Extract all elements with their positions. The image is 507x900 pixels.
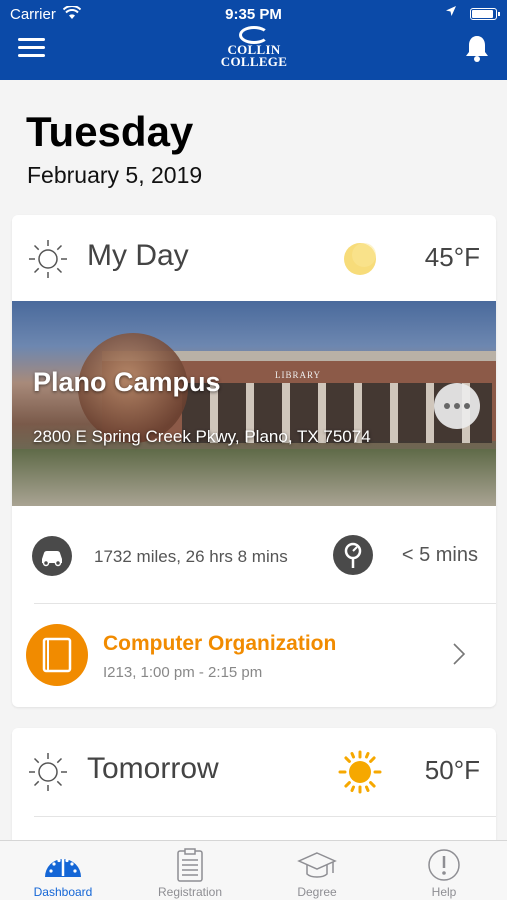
weekday-title: Tuesday bbox=[26, 108, 194, 155]
tomorrow-title: Tomorrow bbox=[87, 752, 219, 785]
more-options-button[interactable] bbox=[434, 383, 480, 429]
library-sign: LIBRARY bbox=[275, 370, 322, 380]
tomorrow-header: Tomorrow 50°F bbox=[12, 728, 496, 814]
exclamation-circle-icon bbox=[424, 847, 464, 883]
graduation-cap-icon bbox=[297, 847, 337, 883]
tab-help[interactable]: Help bbox=[381, 841, 507, 900]
drive-distance-text: 1732 miles, 26 hrs 8 mins bbox=[94, 547, 288, 566]
sun-icon bbox=[336, 748, 384, 796]
bottom-tab-bar: Dashboard Registration Degree Help bbox=[0, 840, 507, 900]
campus-name: Plano Campus bbox=[33, 367, 221, 397]
walk-time-text: < 5 mins bbox=[401, 544, 478, 566]
app-header: Carrier 9:35 PM COLLIN COLLEGE bbox=[0, 0, 507, 80]
location-arrow-icon bbox=[445, 5, 457, 20]
menu-button[interactable] bbox=[18, 38, 46, 60]
moon-icon bbox=[342, 241, 378, 277]
tab-label: Degree bbox=[297, 885, 337, 899]
my-day-card: My Day 45°F LIBRARY Plano Campus 2800 E … bbox=[12, 215, 496, 707]
today-temperature: 45°F bbox=[424, 242, 480, 272]
logo-text-line2: COLLEGE bbox=[220, 54, 288, 69]
date-subtitle: February 5, 2019 bbox=[27, 162, 203, 188]
car-icon bbox=[32, 536, 72, 576]
status-bar: Carrier 9:35 PM bbox=[0, 0, 507, 28]
book-icon bbox=[26, 624, 88, 686]
campus-banner[interactable]: LIBRARY Plano Campus 2800 E Spring Creek… bbox=[12, 301, 496, 506]
college-logo: COLLIN COLLEGE bbox=[214, 26, 294, 74]
travel-info-row: 1732 miles, 26 hrs 8 mins < 5 mins bbox=[12, 506, 496, 603]
tab-label: Help bbox=[431, 885, 457, 899]
tab-registration[interactable]: Registration bbox=[127, 841, 253, 900]
tab-label: Registration bbox=[157, 885, 223, 899]
tab-label: Dashboard bbox=[33, 885, 93, 899]
battery-icon bbox=[470, 8, 500, 20]
bell-icon[interactable] bbox=[464, 34, 492, 62]
tab-dashboard[interactable]: Dashboard bbox=[0, 841, 126, 900]
walking-icon bbox=[333, 535, 373, 575]
class-details: I213, 1:00 pm - 2:15 pm bbox=[103, 664, 263, 681]
tomorrow-temperature: 50°F bbox=[424, 755, 480, 785]
clock: 9:35 PM bbox=[225, 6, 282, 23]
tab-degree[interactable]: Degree bbox=[254, 841, 380, 900]
clipboard-icon bbox=[170, 847, 210, 883]
class-list-item[interactable]: Computer Organization I213, 1:00 pm - 2:… bbox=[12, 604, 496, 707]
divider bbox=[34, 816, 496, 817]
chevron-right-icon bbox=[452, 642, 466, 666]
class-name: Computer Organization bbox=[103, 632, 337, 655]
campus-address: 2800 E Spring Creek Pkwy, Plano, TX 7507… bbox=[33, 427, 371, 446]
my-day-title: My Day bbox=[87, 239, 189, 272]
sun-outline-icon bbox=[26, 750, 70, 794]
my-day-header: My Day 45°F bbox=[12, 215, 496, 301]
speedometer-icon bbox=[43, 847, 83, 883]
sun-outline-icon bbox=[26, 237, 70, 281]
